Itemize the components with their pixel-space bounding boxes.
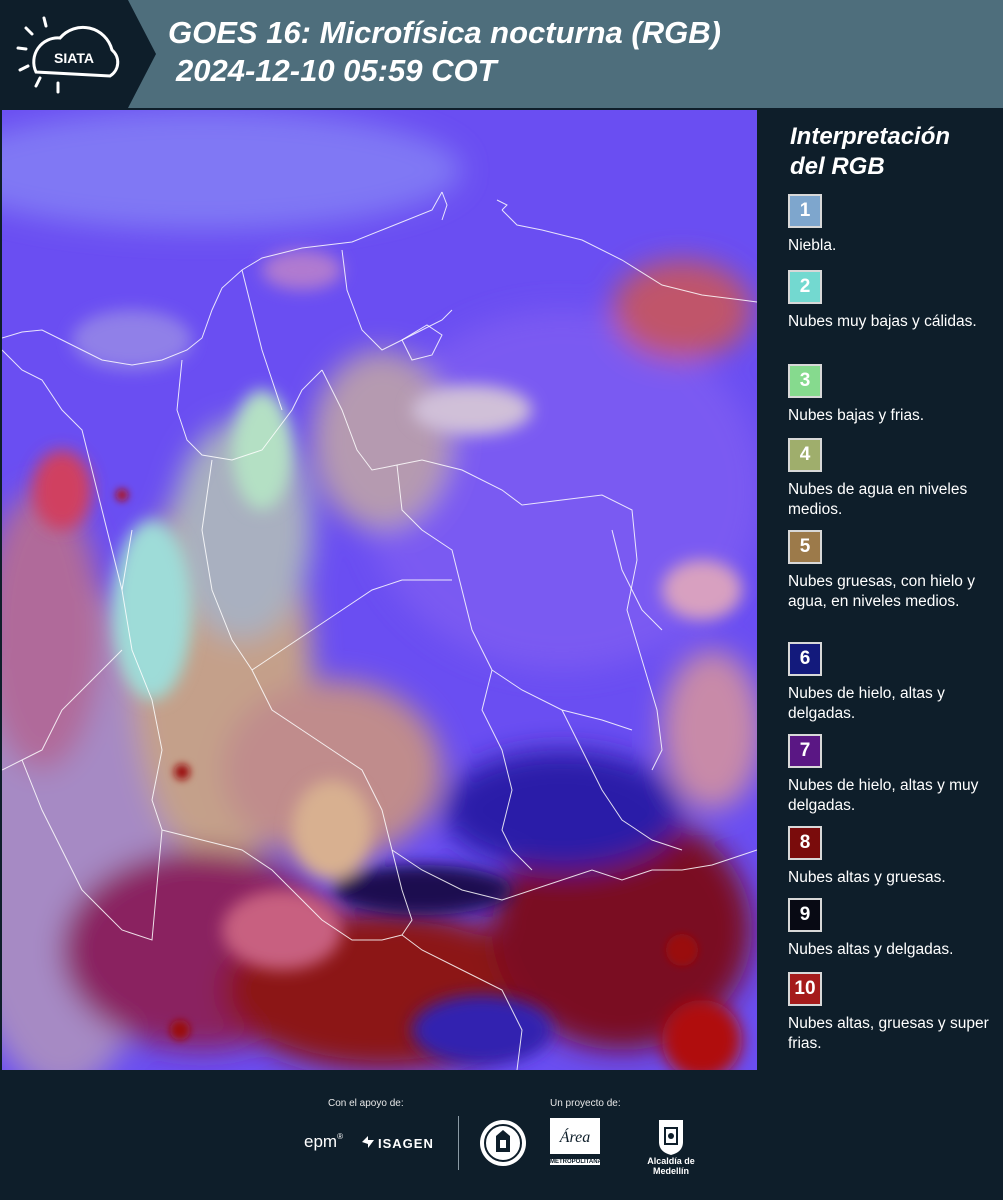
legend-number-8: 8 (799, 832, 811, 853)
legend-item-5: 5 Nubes gruesas, con hielo y agua, en ni… (788, 530, 998, 612)
isagen-logo-text: ISAGEN (378, 1136, 434, 1151)
medellin-shield-icon (659, 1120, 683, 1155)
area-metropolitana-logo: Área METROPOLITANA (550, 1118, 602, 1165)
epm-logo-text: epm (304, 1132, 338, 1151)
legend-label-10: Nubes altas, gruesas y super frias. (788, 1015, 989, 1052)
legend-number-4: 4 (799, 444, 811, 465)
legend-swatch-8: 8 (788, 826, 822, 860)
support-label: Con el apoyo de: (328, 1098, 404, 1109)
legend-item-8: 8 Nubes altas y gruesas. (788, 826, 998, 888)
title-timestamp: 2024-12-10 05:59 COT (176, 53, 497, 88)
legend-number-2: 2 (799, 276, 811, 297)
logo-arrow (128, 0, 156, 108)
legend-item-2: 2 Nubes muy bajas y cálidas. (788, 270, 998, 332)
legend-item-10: 10 Nubes altas, gruesas y super frias. (788, 972, 998, 1054)
header-bar: SIATA GOES 16: Microfísica nocturna (RGB… (0, 0, 1003, 108)
legend-title: Interpretación del RGB (790, 122, 950, 182)
footer-divider (458, 1116, 459, 1170)
satellite-image (2, 110, 757, 1070)
project-label: Un proyecto de: (550, 1098, 621, 1109)
legend-number-1: 1 (799, 200, 811, 221)
legend-label-8: Nubes altas y gruesas. (788, 869, 946, 886)
legend-item-1: 1 Niebla. (788, 194, 998, 256)
legend-item-9: 9 Nubes altas y delgadas. (788, 898, 998, 960)
legend-swatch-6: 6 (788, 642, 822, 676)
alcaldia-medellin-logo: Alcaldía de Medellín (636, 1118, 706, 1176)
university-seal (478, 1118, 528, 1173)
legend-label-7: Nubes de hielo, altas y muy delgadas. (788, 777, 979, 814)
legend-swatch-3: 3 (788, 364, 822, 398)
area-metropolitana-label: METROPOLITANA (550, 1159, 602, 1165)
footer-bar: Con el apoyo de: Un proyecto de: epm® IS… (0, 1070, 1003, 1200)
svg-text:Área: Área (559, 1127, 591, 1146)
legend-label-2: Nubes muy bajas y cálidas. (788, 313, 977, 330)
legend-number-10: 10 (794, 978, 816, 999)
legend-swatch-5: 5 (788, 530, 822, 564)
satellite-map (2, 110, 757, 1070)
isagen-mark-icon (362, 1136, 374, 1148)
legend-swatch-4: 4 (788, 438, 822, 472)
legend-swatch-1: 1 (788, 194, 822, 228)
area-metropolitana-icon: Área (550, 1118, 600, 1154)
epm-logo: epm® (304, 1132, 343, 1151)
legend-number-3: 3 (799, 370, 811, 391)
alcaldia-medellin-label: Alcaldía de Medellín (647, 1156, 695, 1176)
logo-text: SIATA (54, 50, 94, 66)
legend-title-line-1: Interpretación (790, 123, 951, 150)
isagen-logo: ISAGEN (360, 1134, 434, 1151)
legend-swatch-7: 7 (788, 734, 822, 768)
page-title: GOES 16: Microfísica nocturna (RGB) 2024… (168, 14, 721, 90)
legend-number-9: 9 (799, 904, 811, 925)
legend-swatch-9: 9 (788, 898, 822, 932)
legend-label-3: Nubes bajas y frias. (788, 407, 925, 424)
legend-number-7: 7 (799, 740, 811, 761)
legend-number-5: 5 (799, 536, 811, 557)
legend-title-line-2: del RGB (790, 153, 885, 180)
legend-item-3: 3 Nubes bajas y frias. (788, 364, 998, 426)
legend-number-6: 6 (799, 648, 811, 669)
legend-label-6: Nubes de hielo, altas y delgadas. (788, 685, 945, 722)
legend-label-4: Nubes de agua en niveles medios. (788, 481, 968, 518)
legend-item-7: 7 Nubes de hielo, altas y muy delgadas. (788, 734, 998, 816)
legend-swatch-10: 10 (788, 972, 822, 1006)
legend-item-6: 6 Nubes de hielo, altas y delgadas. (788, 642, 998, 724)
legend-item-4: 4 Nubes de agua en niveles medios. (788, 438, 998, 520)
title-line-1: GOES 16: Microfísica nocturna (RGB) (168, 15, 721, 50)
legend-panel: Interpretación del RGB 1 Niebla. 2 Nubes… (762, 110, 1003, 1070)
legend-label-9: Nubes altas y delgadas. (788, 941, 954, 958)
legend-label-5: Nubes gruesas, con hielo y agua, en nive… (788, 573, 975, 610)
university-seal-icon (480, 1120, 526, 1166)
legend-label-1: Niebla. (788, 237, 837, 254)
legend-swatch-2: 2 (788, 270, 822, 304)
siata-logo-icon: SIATA (16, 16, 120, 94)
